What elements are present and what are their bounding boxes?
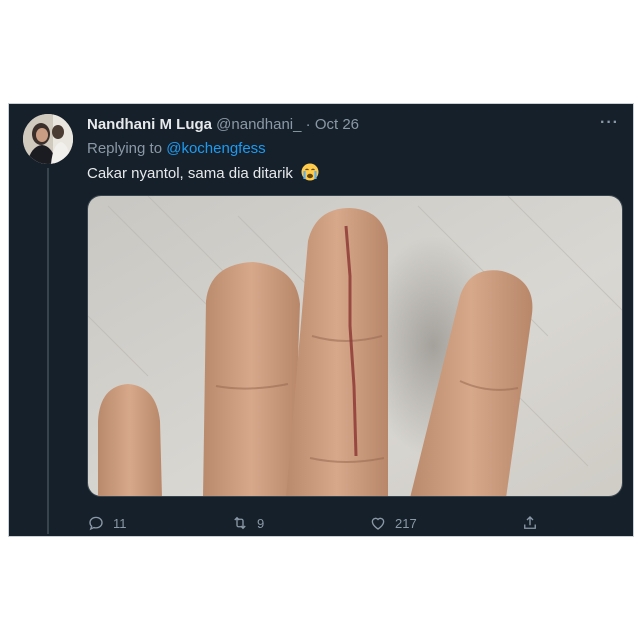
tweet-text: Cakar nyantol, sama dia ditarik <box>87 163 319 184</box>
replying-to: Replying to @kochengfess <box>87 139 266 159</box>
author-name[interactable]: Nandhani M Luga <box>87 116 212 133</box>
tweet-card[interactable]: Nandhani M Luga @nandhani_ · Oct 26 ··· … <box>8 103 634 537</box>
replying-to-mention[interactable]: @kochengfess <box>166 140 265 157</box>
thread-line <box>47 168 49 534</box>
share-button[interactable] <box>521 512 539 534</box>
tweet-media-image[interactable] <box>87 195 623 497</box>
avatar[interactable] <box>23 114 73 164</box>
tweet-date[interactable]: Oct 26 <box>315 116 359 133</box>
author-handle[interactable]: @nandhani_ <box>216 116 301 133</box>
reply-count: 11 <box>113 515 127 531</box>
retweet-icon <box>234 516 246 530</box>
reply-icon <box>89 516 103 531</box>
more-horizontal-icon[interactable]: ··· <box>600 115 619 131</box>
tweet-text-body: Cakar nyantol, sama dia ditarik <box>87 165 293 182</box>
heart-icon <box>371 517 385 530</box>
like-count: 217 <box>395 515 417 531</box>
retweet-count: 9 <box>257 515 265 531</box>
share-icon <box>524 516 536 529</box>
tweet-header: Nandhani M Luga @nandhani_ · Oct 26 <box>87 115 359 135</box>
separator-dot: · <box>305 116 311 133</box>
like-button[interactable]: 217 <box>369 512 417 534</box>
replying-to-label: Replying to <box>87 140 163 157</box>
tweet-actions: 11 9 217 <box>87 512 607 534</box>
retweet-button[interactable]: 9 <box>231 512 264 534</box>
crying-face-emoji-icon <box>301 163 319 181</box>
reply-button[interactable]: 11 <box>87 512 127 534</box>
